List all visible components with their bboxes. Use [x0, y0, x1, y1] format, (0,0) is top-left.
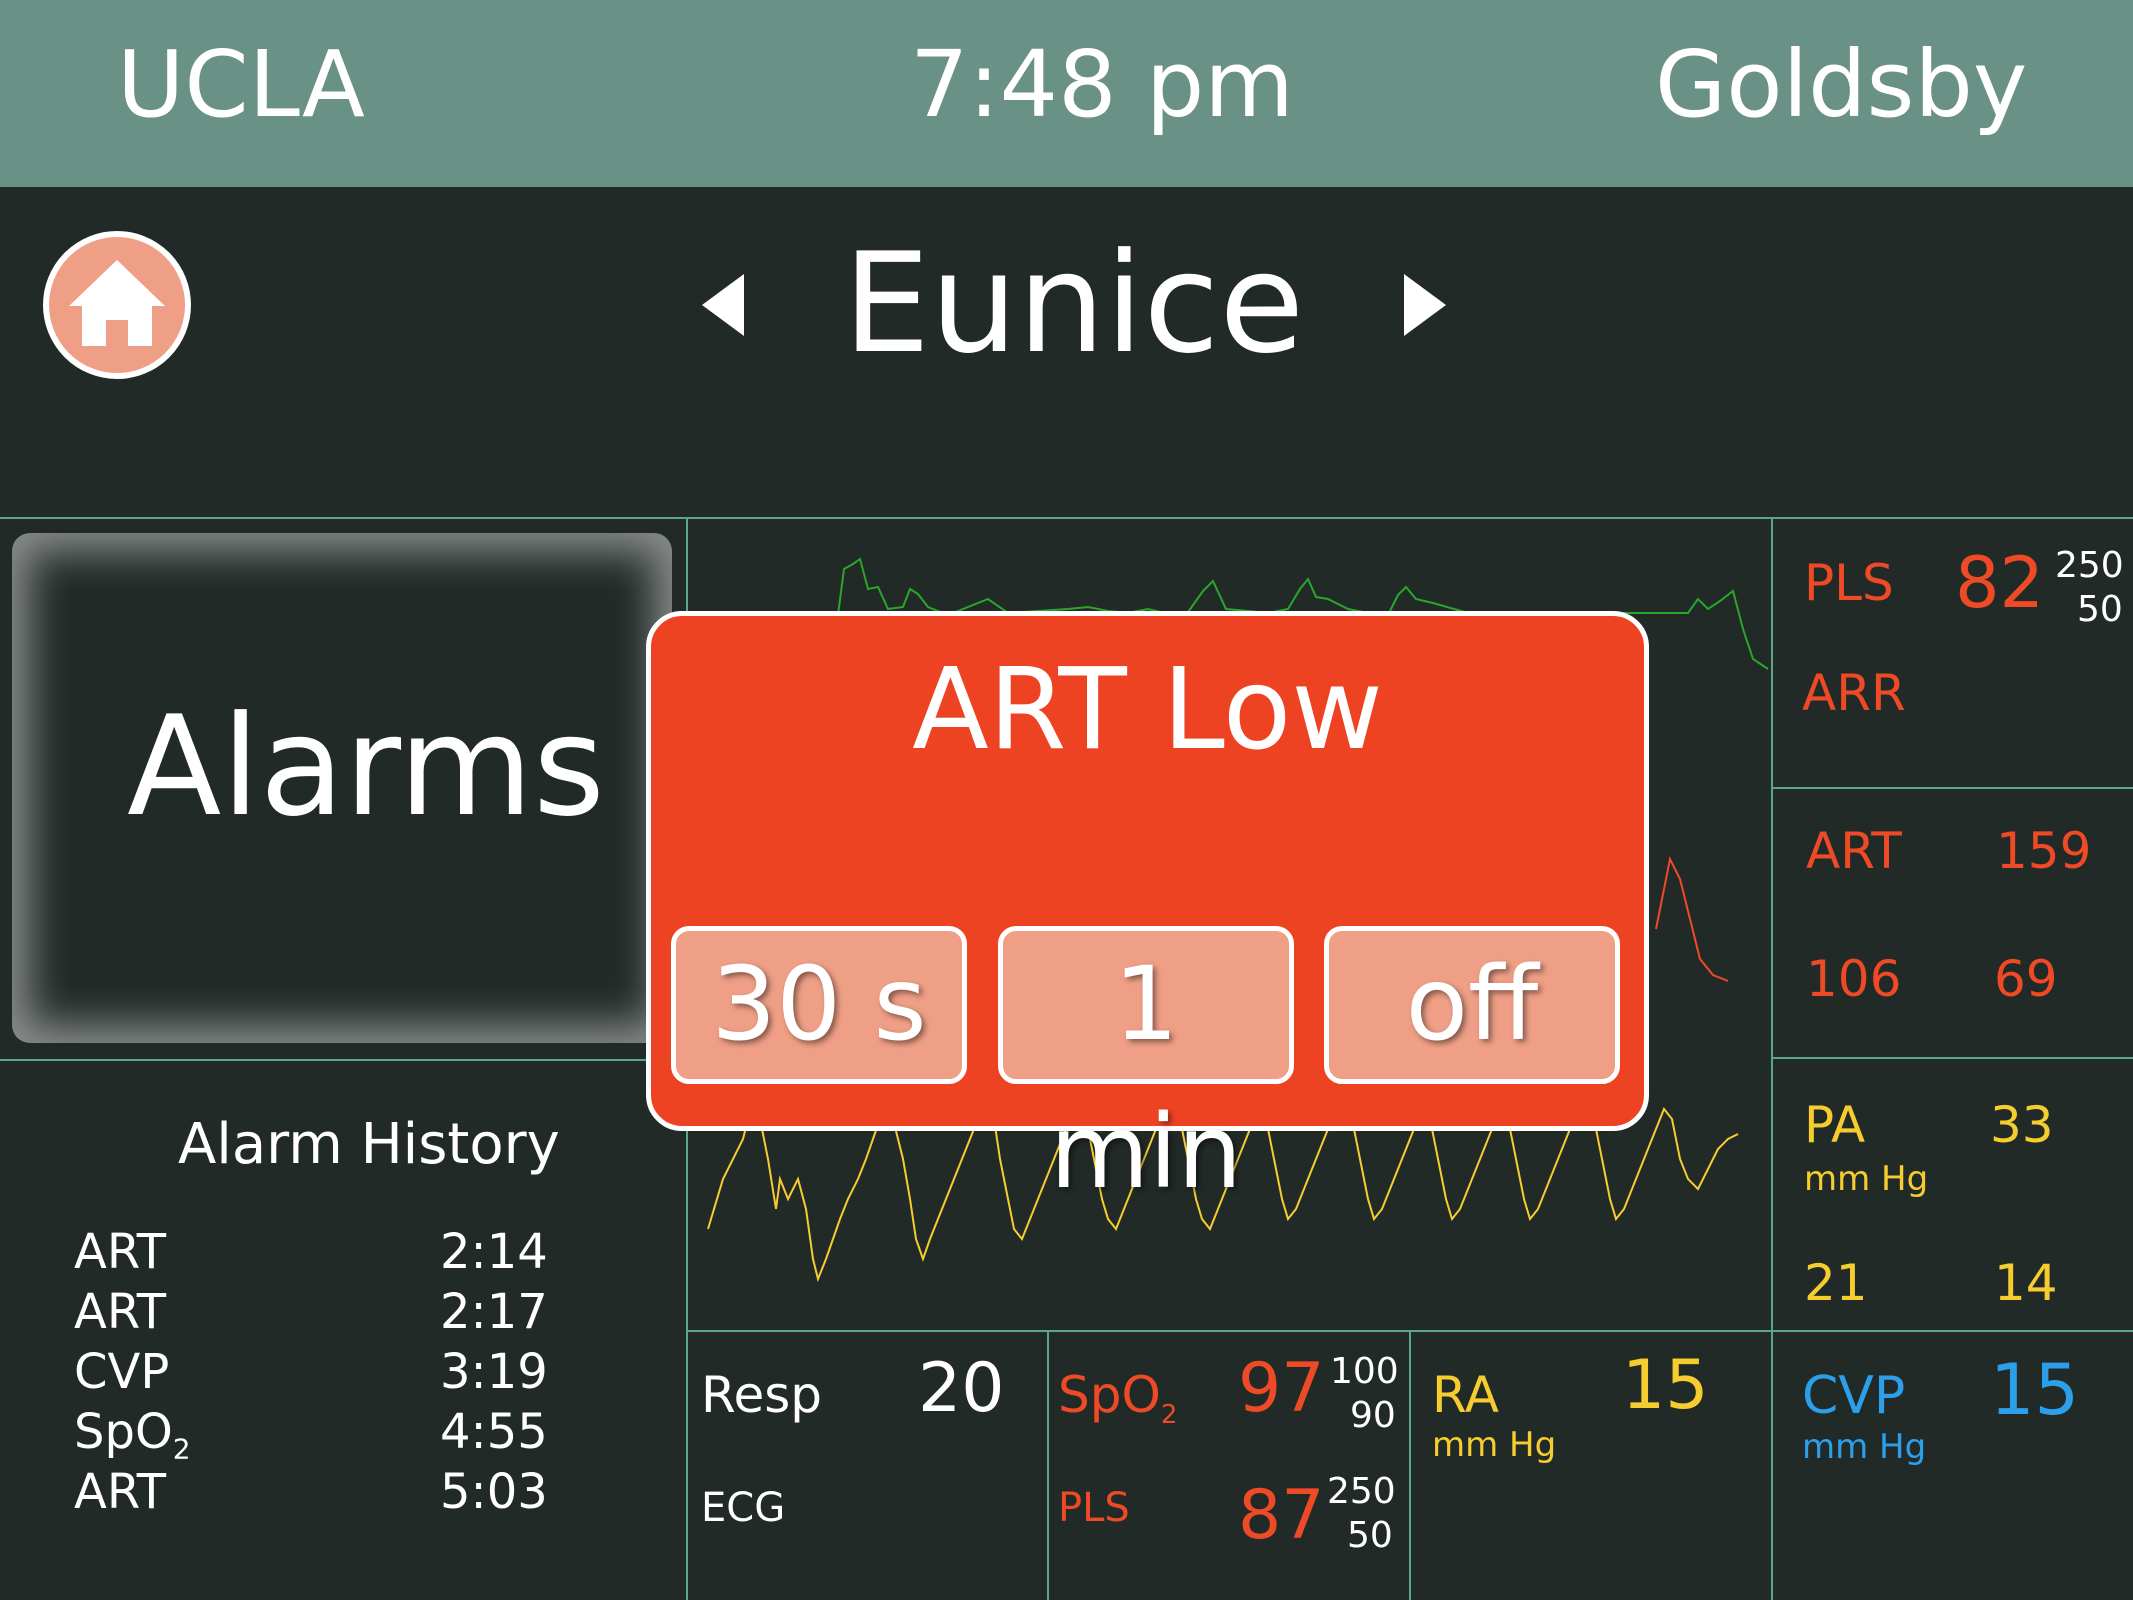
grid-divider	[1772, 787, 2133, 789]
art-diastolic: 69	[1994, 950, 2058, 1008]
spo2-pls-label: PLS	[1058, 1485, 1130, 1531]
alarm-popup: ART Low 30 s 1 min off	[646, 611, 1649, 1212]
spo2-high-limit: 100	[1330, 1351, 1399, 1392]
alarm-off-button[interactable]: off	[1324, 926, 1620, 1084]
triangle-right-icon	[1404, 274, 1446, 336]
pa-mean: 21	[1804, 1254, 1868, 1312]
cvp-unit: mm Hg	[1802, 1427, 1927, 1467]
pa-unit: mm Hg	[1804, 1159, 1929, 1199]
alarm-history-time: 4:55	[440, 1404, 548, 1460]
cvp-value: 15	[1990, 1349, 2080, 1431]
cvp-label: CVP	[1802, 1366, 1906, 1426]
grid-divider	[1047, 1330, 1049, 1600]
alarm-history-param: ART	[74, 1224, 167, 1280]
pa-systolic: 33	[1990, 1096, 2054, 1154]
resp-value: 20	[918, 1349, 1005, 1428]
art-systolic: 159	[1996, 822, 2092, 880]
alarm-history-param: ART	[74, 1464, 167, 1520]
home-button[interactable]	[42, 230, 192, 380]
alarm-history-title: Alarm History	[178, 1112, 560, 1177]
home-icon	[43, 231, 191, 379]
pls-label: PLS	[1804, 554, 1894, 612]
alarms-button[interactable]: Alarms	[12, 533, 672, 1043]
snooze-1min-button[interactable]: 1 min	[998, 926, 1294, 1212]
triangle-left-icon	[702, 274, 744, 336]
next-patient-button[interactable]	[1402, 270, 1450, 340]
patient-name: Eunice	[843, 223, 1305, 384]
alarm-title: ART Low	[912, 645, 1383, 775]
grid-divider	[1771, 517, 1773, 1600]
grid-divider	[1409, 1330, 1411, 1600]
user-name: Goldsby	[1655, 31, 2028, 138]
art-waveform	[1655, 855, 1729, 982]
snooze-30s-button[interactable]: 30 s	[671, 926, 967, 1084]
spo2-pls-value: 87	[1238, 1476, 1325, 1555]
ra-label: RA	[1432, 1366, 1499, 1424]
pa-diastolic: 14	[1994, 1254, 2058, 1312]
grid-divider	[1772, 1057, 2133, 1059]
pls-high-limit: 250	[2055, 545, 2124, 586]
grid-divider	[0, 1059, 688, 1061]
clock: 7:48 pm	[910, 31, 1294, 138]
ecg-label: ECG	[701, 1485, 786, 1531]
spo2-low-limit: 90	[1350, 1395, 1396, 1436]
alarm-history-param: CVP	[74, 1344, 170, 1400]
resp-label: Resp	[701, 1366, 823, 1424]
ra-value: 15	[1622, 1346, 1709, 1425]
alarm-history-time: 3:19	[440, 1344, 548, 1400]
previous-patient-button[interactable]	[698, 270, 746, 340]
pa-label: PA	[1804, 1096, 1866, 1154]
alarm-history-time: 2:17	[440, 1284, 548, 1340]
alarm-history-param: ART	[74, 1284, 167, 1340]
art-mean: 106	[1806, 950, 1902, 1008]
spo2-pls-low-limit: 50	[1347, 1515, 1393, 1556]
spo2-pls-high-limit: 250	[1327, 1471, 1396, 1512]
alarm-history-time: 2:14	[440, 1224, 548, 1280]
alarm-history-time: 5:03	[440, 1464, 548, 1520]
spo2-value: 97	[1238, 1349, 1325, 1428]
pls-low-limit: 50	[2077, 589, 2123, 630]
pls-rhythm: ARR	[1802, 664, 1906, 722]
ra-unit: mm Hg	[1432, 1425, 1557, 1465]
alarms-button-label: Alarms	[127, 686, 605, 847]
spo2-label: SpO2	[1058, 1366, 1178, 1430]
art-label: ART	[1806, 822, 1902, 880]
site-name: UCLA	[117, 31, 365, 138]
pls-value: 82	[1955, 542, 2045, 624]
